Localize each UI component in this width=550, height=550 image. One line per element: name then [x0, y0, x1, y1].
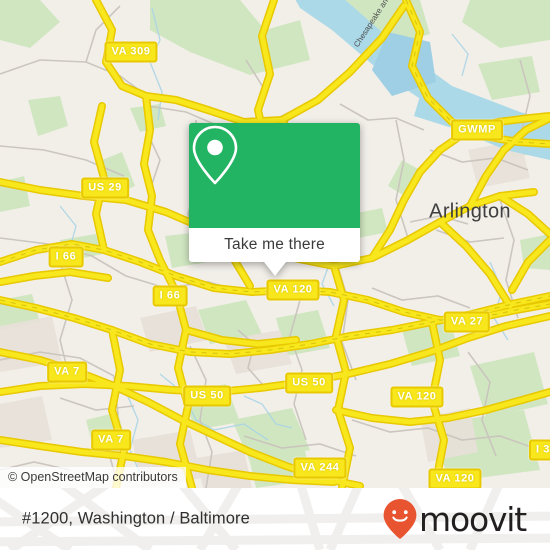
- road-shield-us29: US 29: [81, 177, 129, 199]
- road-shield-us50-a: US 50: [183, 385, 231, 407]
- road-shield-va120-a: VA 120: [266, 279, 320, 301]
- road-shield-gwmp: GWMP: [451, 119, 503, 141]
- popup-pin-area: [189, 123, 360, 228]
- take-me-there-label: Take me there: [224, 236, 325, 253]
- road-shield-va7-a: VA 7: [47, 361, 87, 383]
- road-shield-va7-b: VA 7: [91, 429, 131, 451]
- road-shield-i66-a: I 66: [48, 246, 84, 268]
- road-shield-va244: VA 244: [293, 457, 347, 479]
- map-canvas[interactable]: Arlington Chesapeake and Ohio Canal VA 3…: [0, 0, 550, 492]
- address-label: #1200, Washington / Baltimore: [22, 509, 250, 528]
- moovit-logo[interactable]: moovit: [382, 498, 527, 540]
- moovit-map-screenshot: Arlington Chesapeake and Ohio Canal VA 3…: [0, 0, 550, 550]
- road-shield-i395: I 3: [528, 439, 550, 461]
- take-me-there-button[interactable]: Take me there: [189, 228, 360, 262]
- destination-popup[interactable]: Take me there: [189, 123, 360, 276]
- moovit-pin-icon: [383, 499, 417, 539]
- road-shield-i66-b: I 66: [152, 285, 188, 307]
- osm-attribution[interactable]: © OpenStreetMap contributors: [0, 467, 186, 488]
- bottom-info-bar: #1200, Washington / Baltimore moovit: [0, 488, 550, 550]
- place-label-arlington: Arlington: [429, 200, 511, 223]
- road-shield-va309: VA 309: [104, 41, 158, 63]
- location-pin-icon: [192, 125, 238, 185]
- road-shield-va120-b: VA 120: [390, 386, 444, 408]
- road-shield-us50-b: US 50: [285, 372, 333, 394]
- popup-tail: [263, 262, 286, 276]
- road-shield-va120-c: VA 120: [428, 468, 482, 490]
- moovit-wordmark: moovit: [419, 499, 527, 539]
- road-shield-va27: VA 27: [443, 311, 491, 333]
